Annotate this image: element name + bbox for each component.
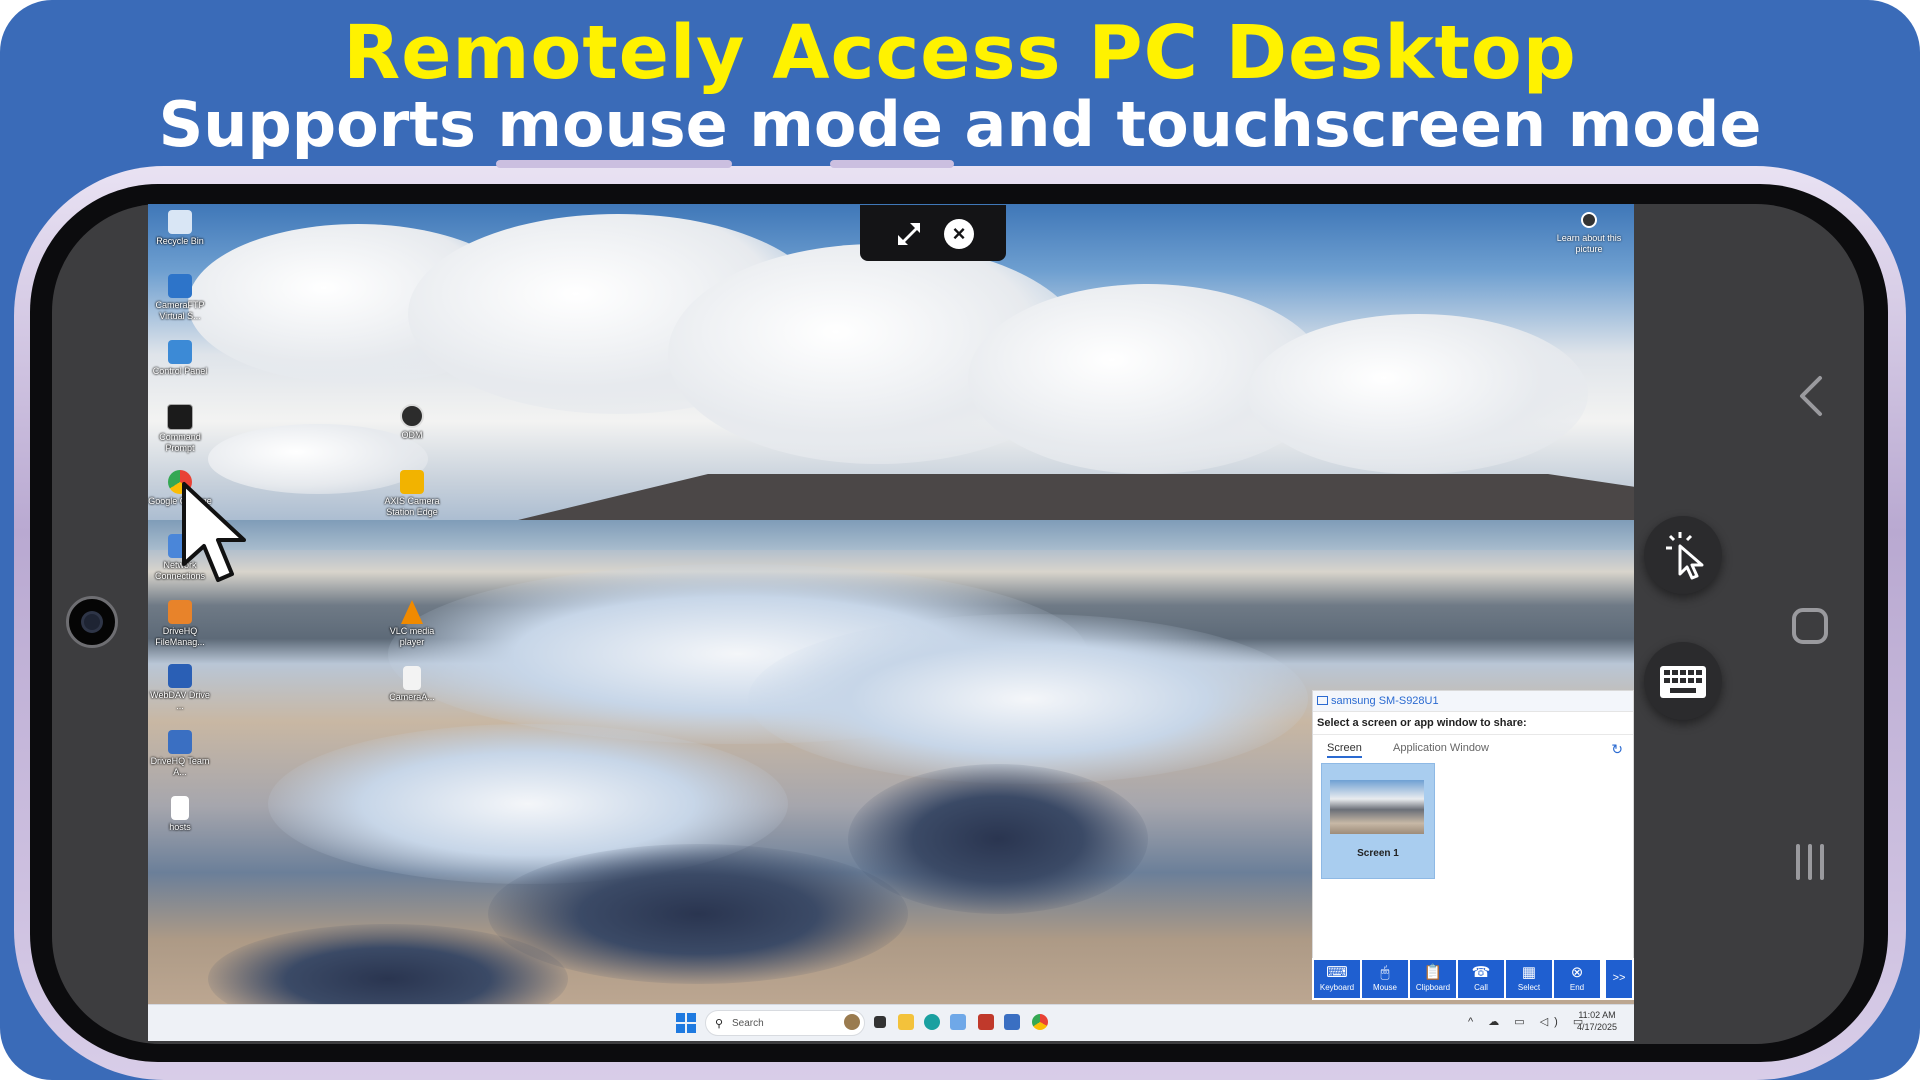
desktop-icon-control-panel[interactable]: Control Panel (148, 340, 212, 377)
share-tabs: Screen Application Window ↻ (1313, 735, 1633, 759)
file-icon (171, 796, 189, 820)
session-toolbar: × (860, 205, 1006, 261)
thumbnail-caption: Screen 1 (1357, 848, 1399, 859)
select-button[interactable]: ▦ Select (1506, 960, 1552, 998)
search-placeholder: Search (732, 1018, 764, 1029)
sea (148, 520, 1634, 550)
drivehq-taskbar-icon[interactable] (1004, 1014, 1020, 1030)
sky-reflection (748, 614, 1308, 784)
team-icon (168, 730, 192, 754)
file-explorer-icon[interactable] (898, 1014, 914, 1030)
desktop-icon-webdav-drive[interactable]: WebDAV Drive ... (148, 664, 212, 712)
device-name: samsung SM-S928U1 (1331, 695, 1439, 707)
dialog-header: samsung SM-S928U1 (1313, 691, 1633, 712)
more-button[interactable]: >> (1606, 960, 1632, 998)
end-icon: ⊗ (1570, 964, 1584, 981)
desktop-icon-camera-file[interactable]: CameraA... (380, 666, 444, 703)
chrome-taskbar-icon[interactable] (1032, 1014, 1048, 1030)
power-button (830, 160, 954, 168)
cloud (1248, 314, 1588, 474)
recycle-bin-icon (168, 210, 192, 234)
recents-icon[interactable] (1790, 842, 1830, 882)
desktop-icon-drivehq-team[interactable]: DriveHQ Team A... (148, 730, 212, 778)
tab-screen[interactable]: Screen (1327, 742, 1362, 758)
home-icon[interactable] (1790, 606, 1830, 646)
odm-icon (400, 404, 424, 428)
island (518, 474, 1634, 520)
phone-icon: ☎ (1471, 964, 1491, 981)
screen-preview-image (1330, 780, 1424, 834)
learn-about-picture[interactable]: Learn about this picture (1556, 212, 1622, 255)
taskbar-search-input[interactable]: ⚲ Search (705, 1010, 865, 1036)
close-icon[interactable]: × (944, 219, 974, 249)
screen-thumbnail[interactable]: Screen 1 (1321, 763, 1435, 879)
call-button[interactable]: ☎ Call (1458, 960, 1504, 998)
banner-title: Remotely Access PC Desktop (343, 10, 1577, 96)
refresh-icon[interactable]: ↻ (1611, 741, 1623, 758)
info-icon (1581, 212, 1597, 228)
windows-taskbar: ⚲ Search ^ ☁ ▭ ◁) ▭ 11:02 AM 4/17/2025 (148, 1004, 1634, 1041)
desktop-icon-hosts[interactable]: hosts (148, 796, 212, 833)
share-screen-dialog: samsung SM-S928U1 Select a screen or app… (1312, 690, 1634, 996)
front-camera-icon (66, 596, 118, 648)
grid-icon: ▦ (1521, 964, 1537, 981)
edge-browser-icon[interactable] (924, 1014, 940, 1030)
windows-start-icon[interactable] (676, 1013, 696, 1033)
desktop-icon-command-prompt[interactable]: Command Prompt (148, 404, 212, 454)
terminal-icon (167, 404, 193, 430)
desktop-icon-odm[interactable]: ODM (380, 404, 444, 441)
desktop-icon-axis-camera[interactable]: AXIS Camera Station Edge (380, 470, 444, 518)
more-icon: >> (1612, 972, 1626, 984)
mouse-mode-button[interactable] (1644, 516, 1722, 594)
expand-icon[interactable] (896, 221, 922, 247)
keyboard-grid-icon (1660, 666, 1706, 698)
volume-button (496, 160, 732, 168)
keyboard-toggle-button[interactable] (1644, 642, 1722, 720)
share-prompt: Select a screen or app window to share: (1313, 712, 1633, 735)
control-panel-icon (168, 340, 192, 364)
search-icon: ⚲ (715, 1018, 724, 1030)
mouse-button[interactable]: 🖱 Mouse (1362, 960, 1408, 998)
desktop-icon-drivehq-filemanager[interactable]: DriveHQ FileManag... (148, 600, 212, 648)
banner-subtitle: Supports mouse mode and touchscreen mode (158, 88, 1762, 161)
drive-icon (168, 664, 192, 688)
desktop-icon-cameraftp[interactable]: CameraFTP Virtual S... (148, 274, 212, 322)
end-button[interactable]: ⊗ End (1554, 960, 1600, 998)
desktop-icon-recycle-bin[interactable]: Recycle Bin (148, 210, 212, 247)
back-icon[interactable] (1796, 374, 1826, 418)
mouse-icon: 🖱 (1380, 964, 1390, 981)
folder-icon (168, 600, 192, 624)
remote-app-icon[interactable] (978, 1014, 994, 1030)
mouse-pointer-icon (182, 482, 246, 582)
tab-application-window[interactable]: Application Window (1393, 742, 1489, 754)
clipboard-button[interactable]: 📋 Clipboard (1410, 960, 1456, 998)
task-view-icon[interactable] (874, 1016, 886, 1028)
axis-camera-icon (400, 470, 424, 494)
monitor-icon (1317, 696, 1328, 705)
pointer-click-icon (1666, 532, 1704, 580)
camera-icon (168, 274, 192, 298)
vlc-cone-icon (401, 600, 423, 624)
clock-time: 11:02 AM (1578, 1010, 1616, 1020)
taskbar-widget-icon[interactable] (844, 1014, 860, 1030)
photos-icon[interactable] (950, 1014, 966, 1030)
taskbar-clock[interactable]: 11:02 AM 4/17/2025 (1570, 1009, 1624, 1033)
remote-action-toolbar: ⌨ Keyboard 🖱 Mouse 📋 Clipboard ☎ Call ▦ … (1312, 958, 1634, 1000)
keyboard-icon: ⌨ (1326, 964, 1348, 981)
clock-date: 4/17/2025 (1576, 1022, 1618, 1032)
file-icon (403, 666, 421, 690)
clipboard-icon: 📋 (1423, 964, 1443, 981)
desktop-icon-vlc[interactable]: VLC media player (380, 600, 444, 648)
keyboard-button[interactable]: ⌨ Keyboard (1314, 960, 1360, 998)
